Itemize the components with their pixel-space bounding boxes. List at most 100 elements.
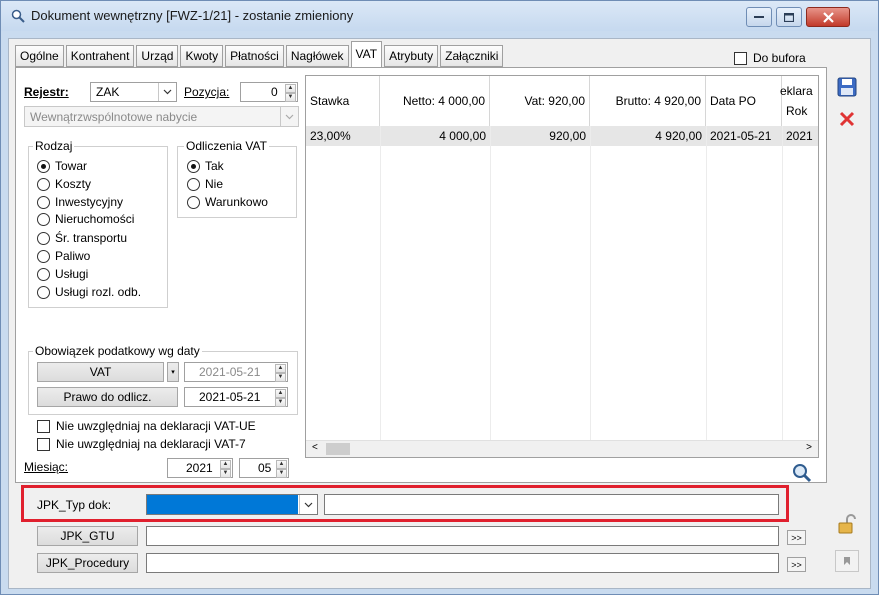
floppy-disk-icon	[837, 77, 857, 97]
grid-header-netto[interactable]: Netto: 4 000,00	[380, 76, 490, 126]
prawo-date-value: 2021-05-21	[199, 390, 261, 404]
grid-divider	[706, 126, 707, 440]
grid-cell-vat[interactable]: 920,00	[490, 126, 590, 146]
radio-uslugi[interactable]: Usługi	[37, 267, 88, 281]
prawo-date-spin[interactable]: ▲ ▼	[275, 389, 286, 407]
rejestr-type-combo[interactable]: Wewnątrzwspólnotowe nabycie	[24, 106, 299, 127]
chevron-down-icon	[163, 89, 172, 95]
vat-grid[interactable]: Stawka Netto: 4 000,00 Vat: 920,00 Brutt…	[305, 75, 819, 458]
vat-7-checkbox[interactable]: Nie uwzględniaj na deklaracji VAT-7	[37, 437, 246, 451]
grid-divider	[782, 126, 783, 440]
spin-up-icon[interactable]: ▲	[285, 84, 296, 93]
rodzaj-title: Rodzaj	[33, 139, 75, 153]
vat-date-dropdown[interactable]: ▾	[167, 362, 179, 382]
do-bufora-label: Do bufora	[753, 51, 806, 65]
grid-header-deklaracja-rok[interactable]: eklara Rok	[780, 76, 818, 126]
bookmark-button[interactable]	[835, 550, 859, 572]
radio-towar[interactable]: Towar	[37, 159, 87, 173]
jpk-typ-combo[interactable]	[146, 494, 318, 515]
grid-header-deklaracja-line1: eklara	[780, 84, 813, 98]
save-button[interactable]	[835, 75, 859, 99]
scroll-thumb[interactable]	[326, 443, 350, 455]
scroll-right-icon[interactable]: >	[806, 442, 812, 453]
tab-ogolne[interactable]: Ogólne	[15, 45, 64, 67]
year-stepper[interactable]: 2021 ▲ ▼	[167, 458, 233, 478]
pozycja-spin[interactable]: ▲ ▼	[285, 84, 296, 102]
vat-date-button[interactable]: VAT	[37, 362, 164, 382]
grid-cell-data-po[interactable]: 2021-05-21	[706, 126, 782, 146]
grid-header-brutto[interactable]: Brutto: 4 920,00	[590, 76, 706, 126]
vat-date-value: 2021-05-21	[199, 365, 261, 379]
vat-date-spin[interactable]: ▲ ▼	[275, 364, 286, 382]
grid-header-deklaracja-line2: Rok	[786, 104, 808, 118]
radio-tak[interactable]: Tak	[187, 159, 224, 173]
radio-paliwo[interactable]: Paliwo	[37, 249, 90, 263]
rejestr-dropdown[interactable]	[158, 83, 176, 101]
close-icon	[839, 111, 855, 127]
radio-sr-transportu[interactable]: Śr. transportu	[37, 231, 127, 245]
spin-down-icon[interactable]: ▼	[285, 93, 296, 102]
do-bufora-checkbox[interactable]: Do bufora	[734, 51, 806, 65]
pozycja-value: 0	[271, 85, 278, 99]
jpk-gtu-field[interactable]	[146, 526, 779, 546]
minimize-button[interactable]	[746, 7, 772, 27]
tab-kwoty[interactable]: Kwoty	[180, 45, 224, 67]
do-bufora-box[interactable]	[734, 51, 747, 65]
jpk-procedury-more-button[interactable]: >>	[787, 557, 806, 572]
vat-ue-checkbox[interactable]: Nie uwzględniaj na deklaracji VAT-UE	[37, 419, 256, 433]
grid-cell-stawka[interactable]: 23,00%	[306, 126, 380, 146]
radio-uslugi-rozl-odb[interactable]: Usługi rozl. odb.	[37, 285, 141, 299]
pin-icon	[844, 557, 850, 565]
tab-naglowek[interactable]: Nagłówek	[285, 45, 349, 67]
grid-divider	[590, 126, 591, 440]
rejestr-type-value: Wewnątrzwspólnotowe nabycie	[30, 110, 198, 124]
cancel-button[interactable]	[835, 107, 859, 131]
grid-cell-netto[interactable]: 4 000,00	[380, 126, 490, 146]
unlock-button[interactable]	[835, 512, 859, 536]
jpk-procedury-field[interactable]	[146, 553, 779, 573]
tab-vat[interactable]: VAT	[350, 41, 383, 67]
year-value: 2021	[186, 461, 213, 475]
vat-date-field[interactable]: 2021-05-21 ▲ ▼	[184, 362, 288, 382]
scroll-left-icon[interactable]: <	[312, 442, 318, 453]
maximize-button[interactable]	[776, 7, 802, 27]
grid-cell-rok[interactable]: 2021	[782, 126, 818, 146]
vat-ue-label: Nie uwzględniaj na deklaracji VAT-UE	[56, 419, 256, 433]
chevron-down-icon	[285, 114, 294, 119]
grid-header-data-po[interactable]: Data PO	[706, 76, 782, 126]
jpk-typ-dropdown[interactable]	[299, 495, 317, 514]
prawo-button[interactable]: Prawo do odlicz.	[37, 387, 178, 407]
grid-header-vat[interactable]: Vat: 920,00	[490, 76, 590, 126]
chevron-down-icon	[304, 502, 313, 507]
obowiazek-title: Obowiązek podatkowy wg daty	[33, 344, 202, 358]
tab-urzad[interactable]: Urząd	[136, 45, 179, 67]
grid-cell-brutto[interactable]: 4 920,00	[590, 126, 706, 146]
radio-inwestycyjny[interactable]: Inwestycyjny	[37, 195, 123, 209]
radio-nie[interactable]: Nie	[187, 177, 223, 191]
close-icon	[822, 11, 834, 23]
tab-atrybuty[interactable]: Atrybuty	[384, 45, 439, 67]
close-button[interactable]	[806, 7, 850, 27]
window-title: Dokument wewnętrzny [FWZ-1/21] - zostani…	[31, 8, 354, 23]
jpk-typ-description-field[interactable]	[324, 494, 779, 515]
jpk-gtu-button[interactable]: JPK_GTU	[37, 526, 138, 546]
prawo-date-field[interactable]: 2021-05-21 ▲ ▼	[184, 387, 288, 407]
jpk-gtu-more-button[interactable]: >>	[787, 530, 806, 545]
jpk-typ-label: JPK_Typ dok:	[37, 498, 112, 512]
pozycja-stepper[interactable]: 0 ▲ ▼	[240, 82, 298, 102]
jpk-typ-selection	[147, 495, 298, 514]
rejestr-label: Rejestr:	[24, 85, 69, 99]
tab-platnosci[interactable]: Płatności	[225, 45, 284, 67]
radio-koszty[interactable]: Koszty	[37, 177, 91, 191]
rejestr-combo[interactable]: ZAK	[90, 82, 177, 102]
radio-nieruchomosci[interactable]: Nieruchomości	[37, 212, 134, 226]
tab-zalaczniki[interactable]: Załączniki	[440, 45, 504, 67]
jpk-procedury-button[interactable]: JPK_Procedury	[37, 553, 138, 573]
grid-horizontal-scrollbar[interactable]: < >	[306, 440, 818, 457]
tab-kontrahent[interactable]: Kontrahent	[65, 45, 135, 67]
month-stepper[interactable]: 05 ▲ ▼	[239, 458, 289, 478]
rejestr-type-dropdown[interactable]	[280, 107, 298, 126]
radio-warunkowo[interactable]: Warunkowo	[187, 195, 268, 209]
grid-header-stawka[interactable]: Stawka	[306, 76, 380, 126]
zoom-button[interactable]	[790, 461, 814, 485]
